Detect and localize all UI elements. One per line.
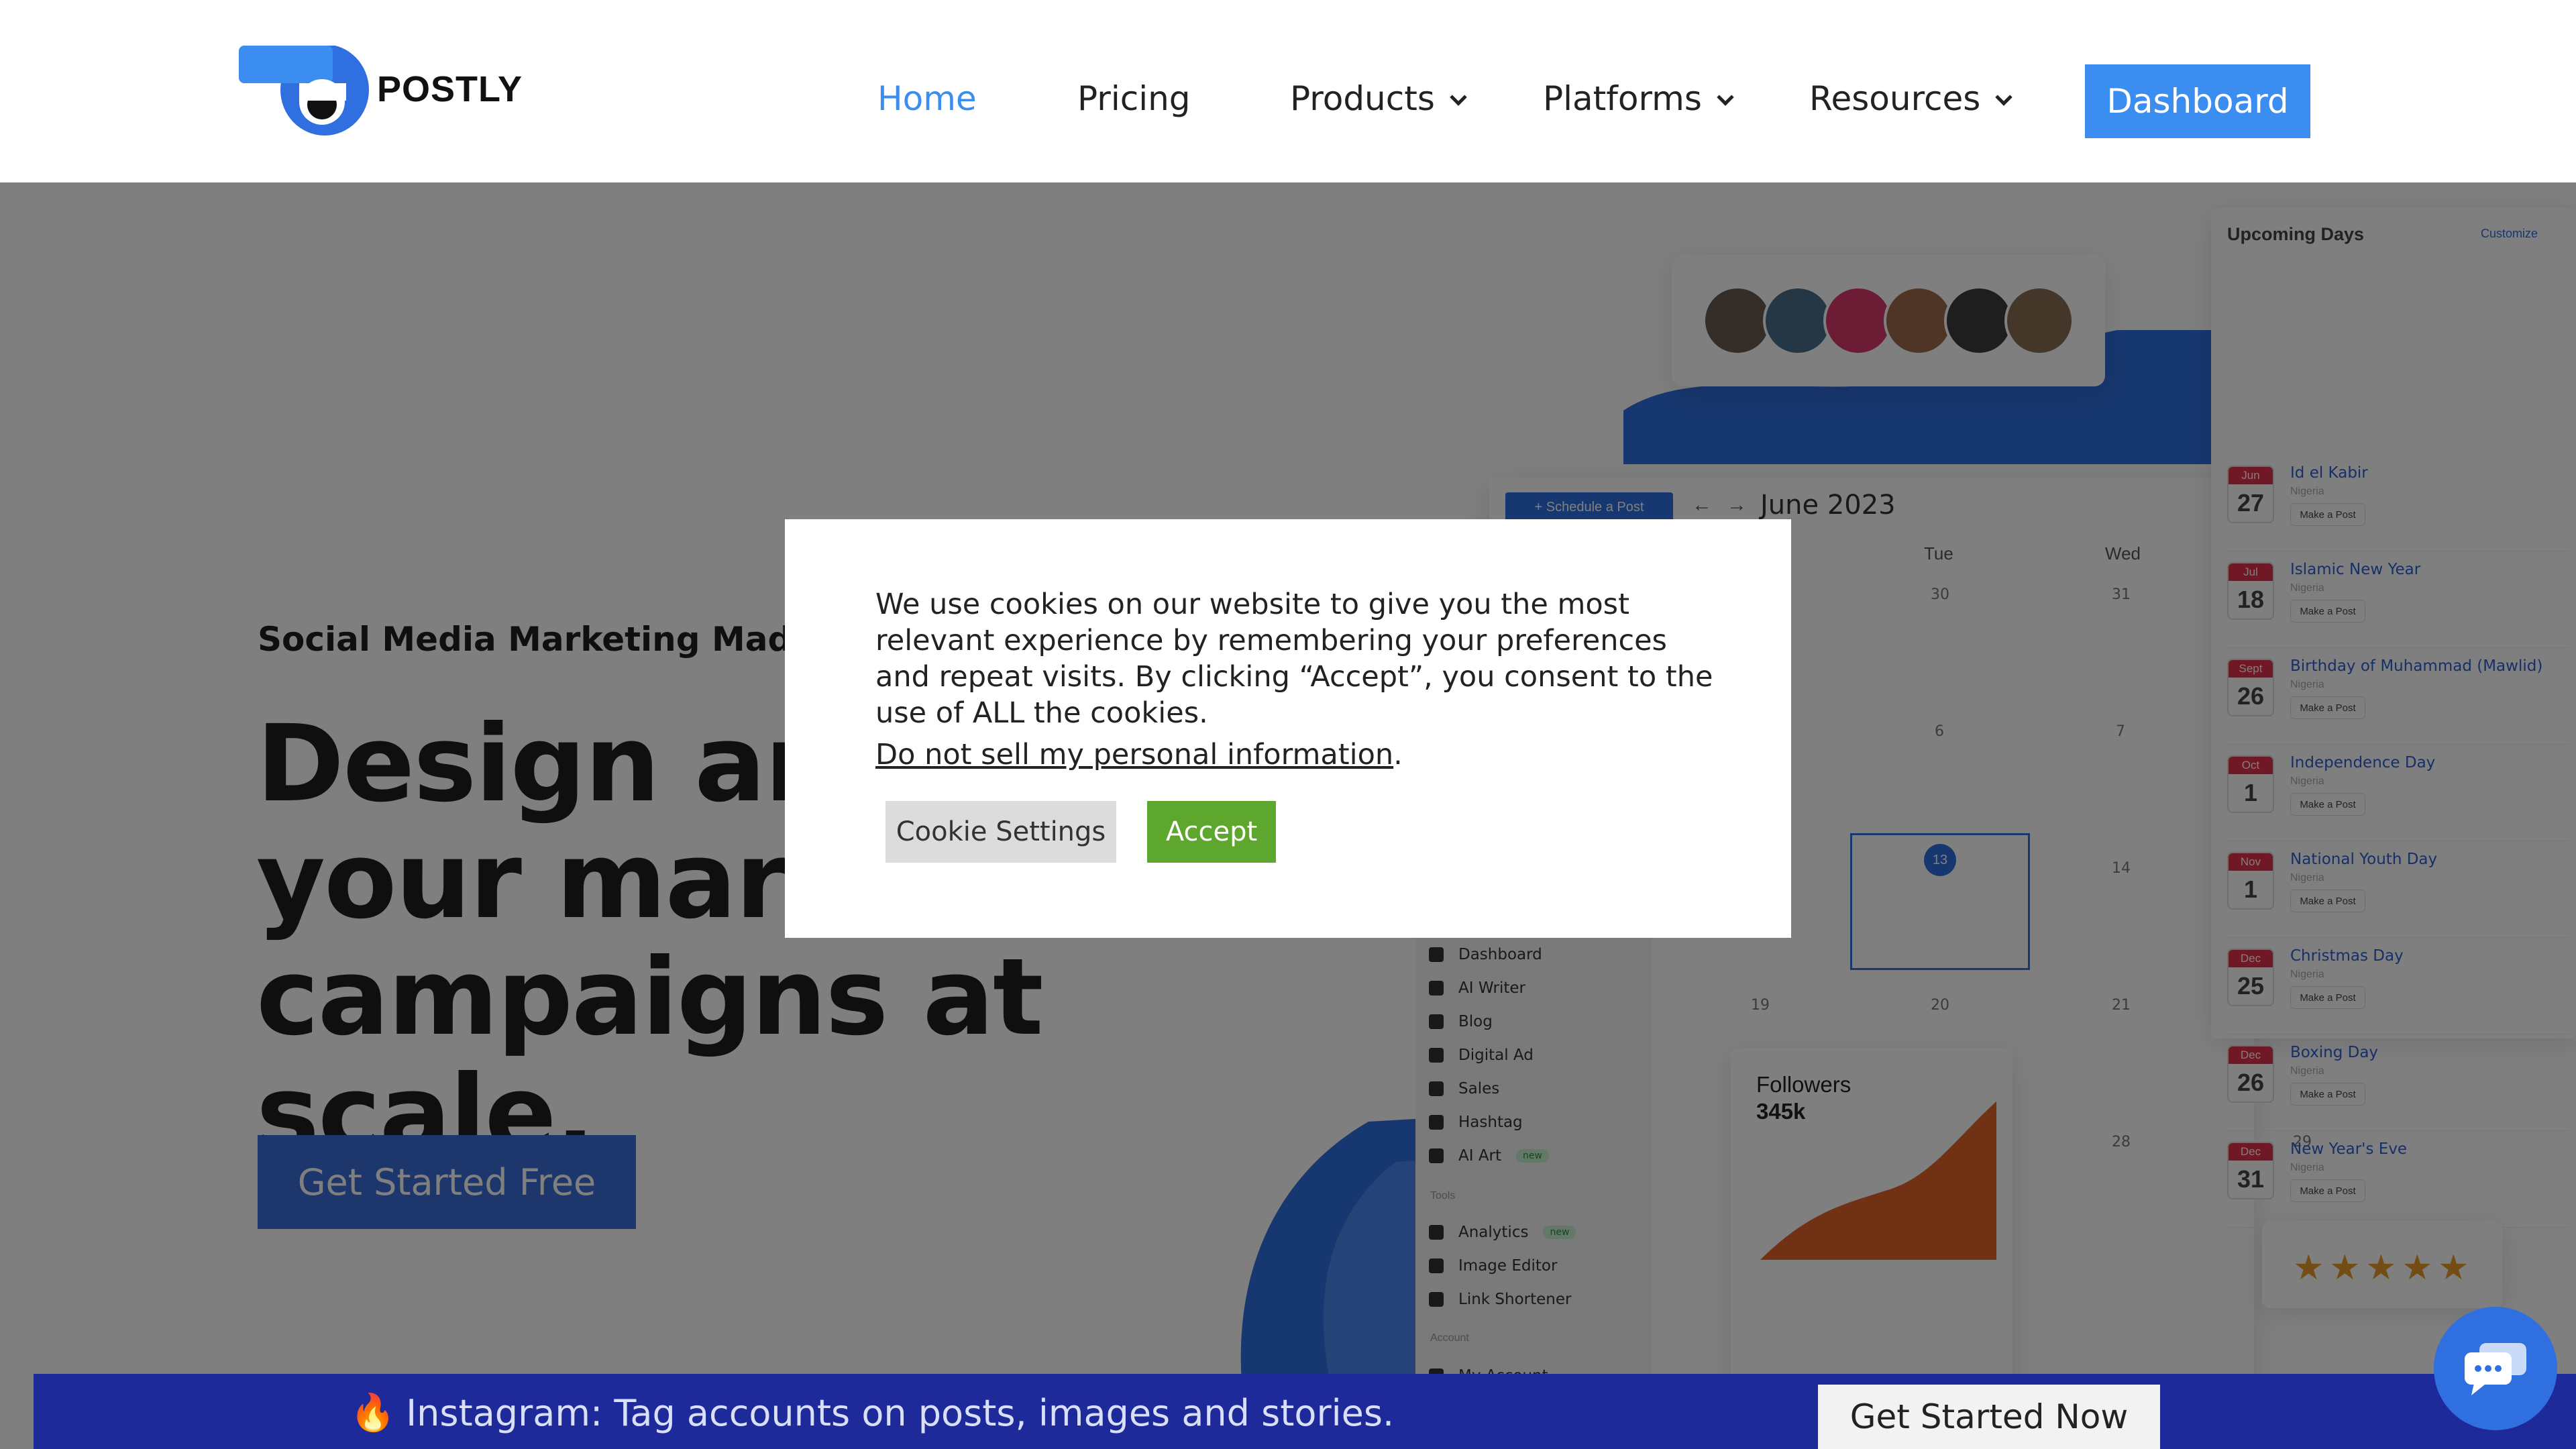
announcement-bar: 🔥 Instagram: Tag accounts on posts, imag…	[34, 1374, 2576, 1449]
chevron-down-icon	[1450, 89, 1467, 106]
cookie-message: We use cookies on our website to give yo…	[875, 588, 1713, 730]
nav-products[interactable]: Products	[1290, 79, 1467, 118]
site-header: POSTLY Home Pricing Products Platforms R…	[0, 0, 2576, 182]
cookie-consent-dialog: We use cookies on our website to give yo…	[785, 519, 1791, 938]
chat-launcher-button[interactable]	[2434, 1307, 2557, 1430]
chat-bubble-icon	[2465, 1343, 2526, 1395]
get-started-now-button[interactable]: Get Started Now	[1818, 1385, 2160, 1449]
announcement-text: Instagram: Tag accounts on posts, images…	[406, 1391, 1395, 1434]
cookie-settings-button[interactable]: Cookie Settings	[885, 801, 1116, 863]
nav-home[interactable]: Home	[877, 79, 977, 118]
chevron-down-icon	[1717, 89, 1734, 106]
do-not-sell-row: Do not sell my personal information.	[875, 738, 1403, 771]
do-not-sell-suffix: .	[1393, 738, 1403, 771]
nav-resources-label: Resources	[1809, 79, 1981, 118]
accept-cookies-button[interactable]: Accept	[1147, 801, 1276, 863]
nav-platforms-label: Platforms	[1543, 79, 1702, 118]
chevron-down-icon	[1995, 89, 2013, 106]
nav-platforms[interactable]: Platforms	[1543, 79, 1734, 118]
do-not-sell-link[interactable]: Do not sell my personal information	[875, 738, 1393, 771]
logo-mark-icon	[239, 46, 369, 136]
nav-resources[interactable]: Resources	[1809, 79, 2013, 118]
postly-logo[interactable]: POSTLY	[239, 46, 522, 140]
announcement-text-group: 🔥 Instagram: Tag accounts on posts, imag…	[350, 1391, 1394, 1434]
fire-icon: 🔥	[350, 1391, 396, 1434]
dashboard-button[interactable]: Dashboard	[2085, 64, 2310, 138]
nav-pricing[interactable]: Pricing	[1077, 79, 1191, 118]
brand-name: POSTLY	[377, 69, 523, 109]
nav-products-label: Products	[1290, 79, 1435, 118]
